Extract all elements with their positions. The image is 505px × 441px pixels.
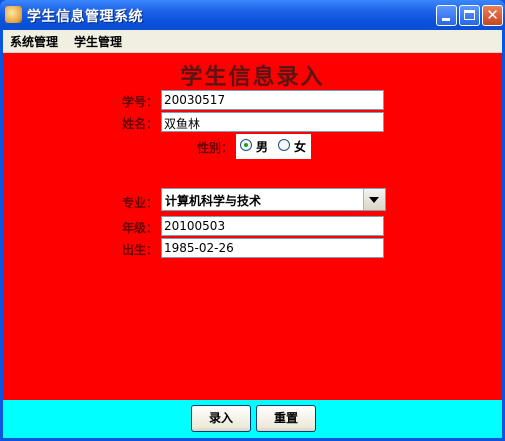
app-window: 学生信息管理系统 ✕ 系统管理 学生管理 学生信息录入 学号： 20030517… bbox=[0, 0, 505, 441]
grade-field[interactable]: 20100503 bbox=[161, 216, 384, 236]
close-button[interactable]: ✕ bbox=[482, 5, 503, 26]
major-label: 专业： bbox=[122, 196, 159, 210]
minimize-button[interactable] bbox=[436, 5, 457, 26]
close-icon: ✕ bbox=[486, 6, 499, 24]
major-select[interactable]: 计算机科学与技术 bbox=[161, 188, 386, 211]
menu-bar: 系统管理 学生管理 bbox=[3, 30, 502, 53]
gender-radio-group: 男 女 bbox=[236, 134, 311, 159]
grade-label: 年级： bbox=[122, 221, 159, 235]
student-id-label: 学号： bbox=[122, 95, 159, 109]
gender-female-radio[interactable] bbox=[278, 139, 290, 151]
title-bar[interactable]: 学生信息管理系统 ✕ bbox=[0, 0, 505, 30]
name-field[interactable]: 双鱼林 bbox=[161, 112, 384, 132]
submit-button[interactable]: 录入 bbox=[191, 405, 251, 432]
gender-male-label[interactable]: 男 bbox=[256, 138, 268, 155]
client-area: 系统管理 学生管理 学生信息录入 学号： 20030517 姓名： 双鱼林 性别… bbox=[3, 30, 502, 438]
gender-label: 性别： bbox=[197, 141, 234, 155]
name-label: 姓名： bbox=[122, 117, 159, 131]
window-title: 学生信息管理系统 bbox=[27, 9, 143, 25]
chevron-down-icon bbox=[369, 197, 379, 203]
birth-label: 出生： bbox=[122, 243, 159, 257]
app-icon bbox=[5, 6, 22, 23]
student-id-field[interactable]: 20030517 bbox=[161, 90, 384, 110]
button-bar: 录入 重置 bbox=[3, 400, 502, 438]
menu-student-management[interactable]: 学生管理 bbox=[74, 33, 122, 50]
major-dropdown-button[interactable] bbox=[363, 189, 385, 210]
minimize-icon bbox=[442, 18, 450, 21]
maximize-button[interactable] bbox=[459, 5, 480, 26]
major-selected-value: 计算机科学与技术 bbox=[165, 194, 262, 208]
gender-male-radio[interactable] bbox=[240, 139, 252, 151]
menu-system-management[interactable]: 系统管理 bbox=[10, 33, 58, 50]
gender-female-label[interactable]: 女 bbox=[294, 138, 306, 155]
reset-button[interactable]: 重置 bbox=[256, 405, 316, 432]
form-heading: 学生信息录入 bbox=[180, 65, 325, 90]
maximize-icon bbox=[464, 10, 475, 20]
birth-field[interactable]: 1985-02-26 bbox=[161, 238, 384, 258]
form-panel: 学生信息录入 学号： 20030517 姓名： 双鱼林 性别： 男 女 专业： … bbox=[3, 53, 502, 400]
